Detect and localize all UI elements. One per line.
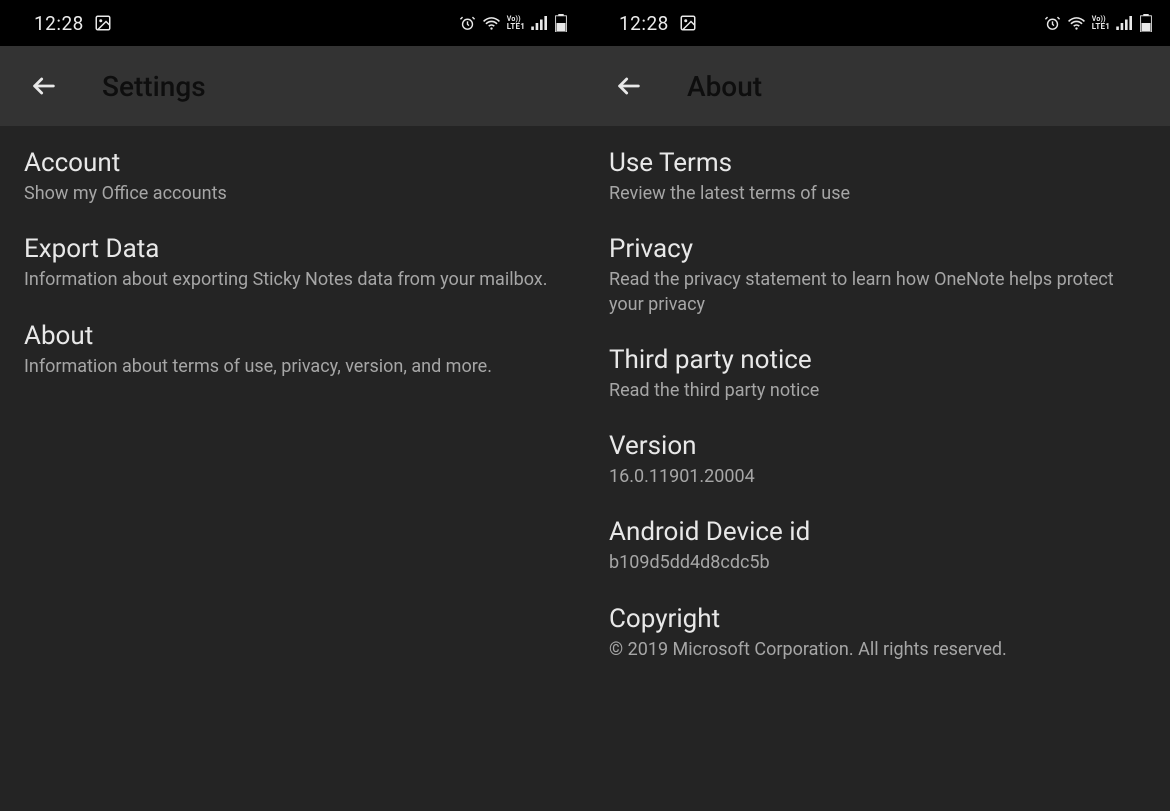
wifi-icon — [482, 15, 501, 31]
item-subtitle: Read the third party notice — [609, 379, 1146, 403]
settings-item-export-data[interactable]: Export Data Information about exporting … — [24, 234, 561, 292]
status-time: 12:28 — [619, 12, 669, 35]
arrow-left-icon — [30, 72, 58, 100]
item-title: Version — [609, 431, 1146, 461]
item-title: Account — [24, 148, 561, 178]
battery-icon — [555, 14, 567, 32]
about-item-privacy[interactable]: Privacy Read the privacy statement to le… — [609, 234, 1146, 317]
item-subtitle: Information about exporting Sticky Notes… — [24, 268, 561, 292]
settings-screen: 12:28 Vo)) LTE1 — [0, 0, 585, 811]
status-right: Vo)) LTE1 — [1044, 14, 1152, 32]
item-subtitle: Review the latest terms of use — [609, 182, 1146, 206]
item-title: About — [24, 321, 561, 351]
item-subtitle: b109d5dd4d8cdc5b — [609, 551, 1146, 575]
volte-icon: Vo)) LTE1 — [507, 16, 525, 31]
item-subtitle: © 2019 Microsoft Corporation. All rights… — [609, 638, 1146, 662]
settings-content: Account Show my Office accounts Export D… — [0, 126, 585, 811]
status-time: 12:28 — [34, 12, 84, 35]
signal-icon — [531, 16, 549, 30]
about-item-copyright[interactable]: Copyright © 2019 Microsoft Corporation. … — [609, 604, 1146, 662]
item-title: Third party notice — [609, 345, 1146, 375]
item-title: Privacy — [609, 234, 1146, 264]
status-left: 12:28 — [34, 12, 112, 35]
about-screen: 12:28 Vo)) LTE1 — [585, 0, 1170, 811]
arrow-left-icon — [615, 72, 643, 100]
status-bar: 12:28 Vo)) LTE1 — [0, 0, 585, 46]
back-button[interactable] — [609, 66, 649, 106]
item-title: Copyright — [609, 604, 1146, 634]
volte-icon: Vo)) LTE1 — [1092, 16, 1110, 31]
settings-item-account[interactable]: Account Show my Office accounts — [24, 148, 561, 206]
item-subtitle: 16.0.11901.20004 — [609, 465, 1146, 489]
picture-icon — [679, 14, 697, 32]
app-bar: Settings — [0, 46, 585, 126]
status-bar: 12:28 Vo)) LTE1 — [585, 0, 1170, 46]
alarm-icon — [459, 15, 476, 32]
about-item-version[interactable]: Version 16.0.11901.20004 — [609, 431, 1146, 489]
item-subtitle: Read the privacy statement to learn how … — [609, 268, 1146, 317]
item-subtitle: Information about terms of use, privacy,… — [24, 355, 561, 379]
status-left: 12:28 — [619, 12, 697, 35]
item-title: Use Terms — [609, 148, 1146, 178]
item-title: Export Data — [24, 234, 561, 264]
alarm-icon — [1044, 15, 1061, 32]
signal-icon — [1116, 16, 1134, 30]
about-content: Use Terms Review the latest terms of use… — [585, 126, 1170, 811]
picture-icon — [94, 14, 112, 32]
settings-item-about[interactable]: About Information about terms of use, pr… — [24, 321, 561, 379]
about-item-device-id[interactable]: Android Device id b109d5dd4d8cdc5b — [609, 517, 1146, 575]
back-button[interactable] — [24, 66, 64, 106]
app-bar: About — [585, 46, 1170, 126]
item-title: Android Device id — [609, 517, 1146, 547]
about-item-use-terms[interactable]: Use Terms Review the latest terms of use — [609, 148, 1146, 206]
item-subtitle: Show my Office accounts — [24, 182, 561, 206]
app-bar-title: About — [687, 70, 762, 103]
app-bar-title: Settings — [102, 70, 206, 103]
battery-icon — [1140, 14, 1152, 32]
about-item-third-party[interactable]: Third party notice Read the third party … — [609, 345, 1146, 403]
wifi-icon — [1067, 15, 1086, 31]
status-right: Vo)) LTE1 — [459, 14, 567, 32]
